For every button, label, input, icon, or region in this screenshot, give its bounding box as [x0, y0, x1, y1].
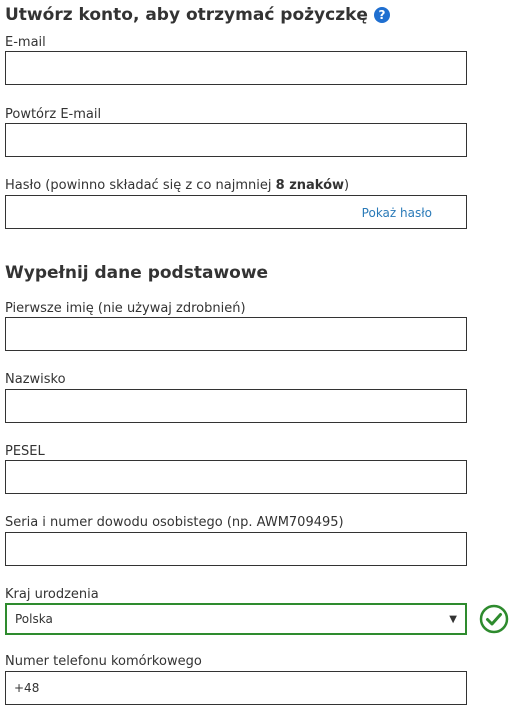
- email-repeat-label: Powtórz E-mail: [5, 107, 102, 122]
- email-repeat-field[interactable]: [5, 123, 467, 157]
- id-number-label: Seria i numer dowodu osobistego (np. AWM…: [5, 515, 344, 530]
- last-name-label: Nazwisko: [5, 372, 66, 387]
- show-password-link[interactable]: Pokaż hasło: [362, 205, 432, 221]
- email-label: E-mail: [5, 35, 46, 50]
- birth-country-selected: Polska: [15, 612, 53, 626]
- phone-label: Numer telefonu komórkowego: [5, 654, 202, 669]
- birth-country-label: Kraj urodzenia: [5, 587, 99, 602]
- caret-down-icon: ▼: [449, 613, 457, 625]
- last-name-field[interactable]: [5, 389, 467, 423]
- password-label: Hasło (powinno składać się z co najmniej…: [5, 178, 350, 193]
- first-name-label: Pierwsze imię (nie używaj zdrobnień): [5, 301, 246, 316]
- create-account-heading: Utwórz konto, aby otrzymać pożyczkę?: [5, 4, 390, 26]
- question-circle-icon[interactable]: ?: [373, 7, 390, 23]
- email-field[interactable]: [5, 51, 467, 85]
- basic-data-heading: Wypełnij dane podstawowe: [5, 263, 269, 283]
- phone-field[interactable]: [5, 671, 467, 705]
- pesel-label: PESEL: [5, 444, 45, 459]
- id-number-field[interactable]: [5, 532, 467, 566]
- first-name-field[interactable]: [5, 317, 467, 351]
- check-circle-icon: [479, 604, 509, 634]
- birth-country-select[interactable]: Polska ▼: [5, 603, 467, 635]
- pesel-field[interactable]: [5, 460, 467, 494]
